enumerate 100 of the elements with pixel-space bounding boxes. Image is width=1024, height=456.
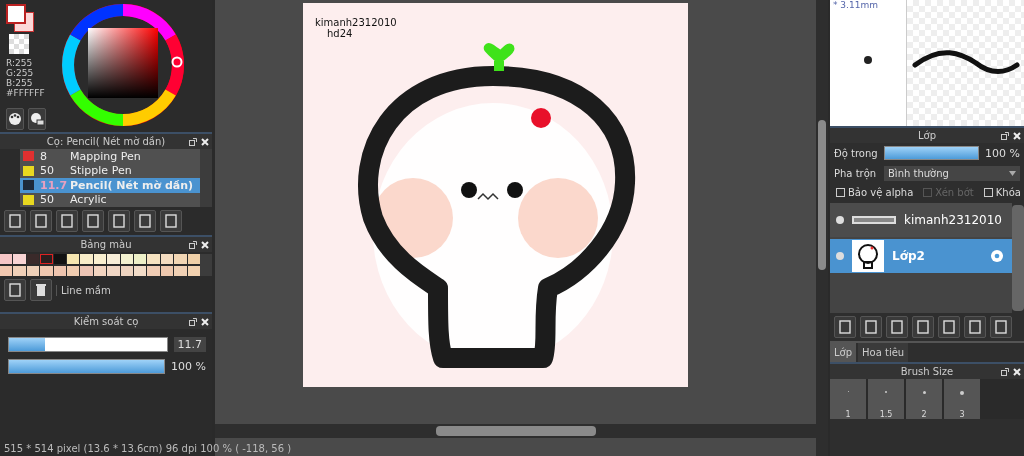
brush-tip-icon xyxy=(864,56,872,64)
color-swatch[interactable] xyxy=(187,265,200,276)
blend-mode-dropdown[interactable]: Bình thường xyxy=(884,166,1020,181)
color-swatch[interactable] xyxy=(0,265,13,276)
brush-size: 50 xyxy=(40,193,55,207)
brush-opacity-slider[interactable] xyxy=(8,359,166,374)
color-swatch[interactable] xyxy=(53,265,66,276)
layer-item[interactable]: kimanh2312010 xyxy=(830,203,1012,237)
brush-size-preset[interactable]: 3 xyxy=(944,379,980,419)
scrollbar[interactable] xyxy=(200,254,212,276)
color-swatch[interactable] xyxy=(13,254,26,264)
brush-size: 8 xyxy=(40,149,48,163)
color-swatch[interactable] xyxy=(134,265,147,276)
close-icon[interactable] xyxy=(201,317,209,326)
color-swatch[interactable] xyxy=(80,254,93,264)
panel-tab[interactable]: Hoa tiêu xyxy=(858,343,909,362)
checkbox-option[interactable]: Khóa xyxy=(983,187,1021,198)
visibility-toggle[interactable] xyxy=(836,216,844,224)
color-swatch[interactable] xyxy=(120,265,133,276)
color-swatch[interactable] xyxy=(80,265,93,276)
brush-item[interactable]: 8 Mapping Pen xyxy=(20,149,200,164)
brush-size: 50 xyxy=(40,164,55,178)
scrollbar[interactable] xyxy=(1012,205,1024,311)
color-swatch[interactable] xyxy=(107,265,120,276)
scrollbar[interactable] xyxy=(200,149,212,207)
visibility-toggle[interactable] xyxy=(836,252,844,260)
color-swatch[interactable] xyxy=(67,254,80,264)
panel-title: Bảng màu xyxy=(80,239,132,250)
color-swatch[interactable] xyxy=(53,254,66,264)
layers-button[interactable] xyxy=(56,210,78,232)
color-swatch[interactable] xyxy=(187,254,200,264)
scrollbar[interactable] xyxy=(818,120,826,270)
color-swatch[interactable] xyxy=(26,254,40,264)
trash-button[interactable] xyxy=(160,210,182,232)
document-button[interactable] xyxy=(30,210,52,232)
color-swatch[interactable] xyxy=(134,254,147,264)
color-swatch[interactable] xyxy=(13,265,26,276)
color-swatch[interactable] xyxy=(147,254,160,264)
transparent-color-icon[interactable] xyxy=(9,34,29,54)
color-swatch[interactable] xyxy=(40,254,53,264)
color-swatch[interactable] xyxy=(40,265,53,276)
color-swatch[interactable] xyxy=(147,265,160,276)
popout-icon[interactable] xyxy=(189,137,197,146)
panel-tab[interactable]: Lớp xyxy=(830,343,857,362)
brush-size-preset[interactable]: 1 xyxy=(830,379,866,419)
script-button[interactable] xyxy=(82,210,104,232)
document-icon xyxy=(890,320,904,334)
brush-size-field[interactable]: 11.7 xyxy=(173,337,206,352)
palette-button[interactable] xyxy=(6,108,24,130)
brush-size-preset[interactable]: 1.5 xyxy=(868,379,904,419)
color-swatch[interactable] xyxy=(174,254,187,264)
palette-settings-button[interactable] xyxy=(28,108,46,130)
close-icon[interactable] xyxy=(1013,367,1021,376)
scrollbar[interactable] xyxy=(435,426,596,436)
folder-button[interactable] xyxy=(108,210,130,232)
layer-thumbnail xyxy=(852,240,884,272)
close-icon[interactable] xyxy=(1013,131,1021,140)
brush-item[interactable]: 50 Stipple Pen xyxy=(20,163,200,178)
gear-icon[interactable] xyxy=(988,247,1006,265)
popout-icon[interactable] xyxy=(1001,367,1009,376)
copy-button[interactable] xyxy=(134,210,156,232)
layer-tool-button[interactable] xyxy=(990,316,1012,338)
close-icon[interactable] xyxy=(201,240,209,249)
caret-icon xyxy=(1009,171,1016,176)
color-swatch[interactable] xyxy=(67,265,80,276)
popout-icon[interactable] xyxy=(1001,131,1009,140)
color-swatch[interactable] xyxy=(174,265,187,276)
color-swatch[interactable] xyxy=(107,254,120,264)
layer-tool-button[interactable] xyxy=(886,316,908,338)
color-swatch[interactable] xyxy=(160,254,174,264)
brush-size-preset[interactable]: 2 xyxy=(906,379,942,419)
layer-tool-button[interactable] xyxy=(964,316,986,338)
popout-icon[interactable] xyxy=(189,317,197,326)
color-swatch[interactable] xyxy=(26,265,40,276)
color-swatch[interactable] xyxy=(93,254,107,264)
hex-reading: #FFFFFF xyxy=(6,88,46,98)
layer-opacity-slider[interactable] xyxy=(884,146,980,160)
layer-tool-button[interactable] xyxy=(938,316,960,338)
new-palette-button[interactable] xyxy=(4,279,26,301)
delete-palette-button[interactable] xyxy=(30,279,52,301)
color-swatch[interactable] xyxy=(93,265,107,276)
layer-tool-button[interactable] xyxy=(860,316,882,338)
opacity-label: Độ trong xyxy=(834,147,878,159)
panel-title: Cọ: Pencil( Nét mờ dần) xyxy=(46,136,166,147)
blend-label: Pha trộn xyxy=(834,168,878,179)
popout-icon[interactable] xyxy=(189,240,197,249)
layer-name: kimanh2312010 xyxy=(904,213,1003,227)
brush-size-slider[interactable] xyxy=(8,337,168,352)
drawing-canvas[interactable]: kimanh2312010 hd24 xyxy=(303,3,688,387)
layer-tool-button[interactable] xyxy=(912,316,934,338)
checkbox-option[interactable]: Bảo vệ alpha xyxy=(836,187,914,198)
document-icon xyxy=(864,320,878,334)
color-swatch[interactable] xyxy=(0,254,13,264)
brush-item[interactable]: 50 Acrylic xyxy=(20,192,200,207)
color-swatch[interactable] xyxy=(120,254,133,264)
color-swatch[interactable] xyxy=(160,265,174,276)
close-icon[interactable] xyxy=(201,137,209,146)
layer-tool-button[interactable] xyxy=(834,316,856,338)
cloud-upload-button[interactable] xyxy=(4,210,26,232)
color-swatches-icon[interactable] xyxy=(6,4,34,32)
